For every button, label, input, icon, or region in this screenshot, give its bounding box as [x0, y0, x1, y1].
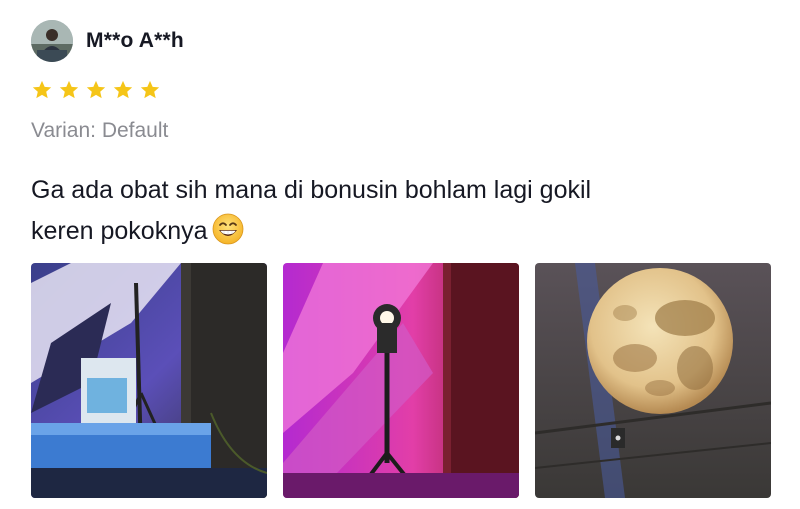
- star-icon: [59, 80, 79, 99]
- photo-lamp-on-table: [31, 263, 267, 498]
- avatar[interactable]: [31, 20, 73, 62]
- review-photo-3[interactable]: [535, 263, 771, 498]
- grinning-face-emoji-icon: [212, 213, 243, 245]
- star-icon: [140, 80, 160, 99]
- avatar-image: [31, 20, 73, 62]
- review-text-line-2: keren pokoknya: [31, 217, 208, 245]
- review-photo-1[interactable]: [31, 263, 267, 498]
- variant-label: Varian: Default: [31, 119, 169, 142]
- star-rating: [31, 79, 161, 101]
- review-text-line-1: Ga ada obat sih mana di bonusin bohlam l…: [31, 176, 592, 204]
- review-photo-2[interactable]: [283, 263, 519, 498]
- photo-spotlight-pink-wall: [283, 263, 519, 498]
- review-card: M**o A**h Varian: Default Ga ada obat si…: [0, 0, 800, 509]
- review-body: Ga ada obat sih mana di bonusin bohlam l…: [31, 170, 751, 252]
- review-header: M**o A**h: [31, 20, 184, 62]
- review-photos: [31, 263, 771, 498]
- photo-moon-projection: [535, 263, 771, 498]
- review-text-line-2-wrap: keren pokoknya: [31, 211, 751, 252]
- star-icon: [86, 80, 106, 99]
- star-icon: [113, 80, 133, 99]
- star-icon: [32, 80, 52, 99]
- reviewer-name: M**o A**h: [86, 29, 184, 52]
